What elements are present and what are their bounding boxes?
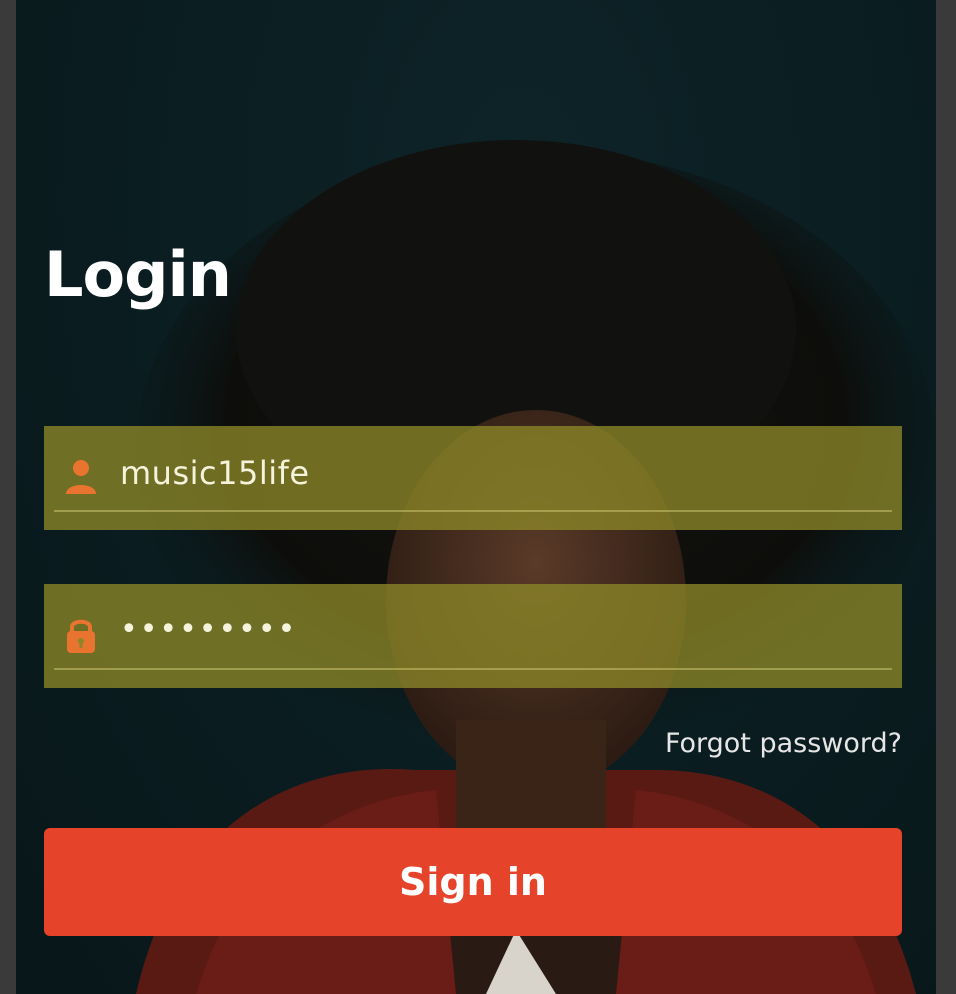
user-icon	[66, 460, 96, 494]
lock-icon	[67, 619, 95, 653]
password-field[interactable]: •••••••••	[44, 584, 902, 688]
password-underline	[54, 668, 892, 670]
username-underline	[54, 510, 892, 512]
forgot-password-link[interactable]: Forgot password?	[665, 728, 902, 759]
page-title: Login	[44, 238, 232, 311]
username-value[interactable]: music15life	[120, 454, 310, 492]
password-value[interactable]: •••••••••	[120, 612, 297, 647]
sign-in-button[interactable]: Sign in	[44, 828, 902, 936]
username-field[interactable]: music15life	[44, 426, 902, 530]
login-screen: Login music15life ••••••••• Forgot passw…	[16, 0, 936, 994]
app-frame: Login music15life ••••••••• Forgot passw…	[0, 0, 956, 994]
